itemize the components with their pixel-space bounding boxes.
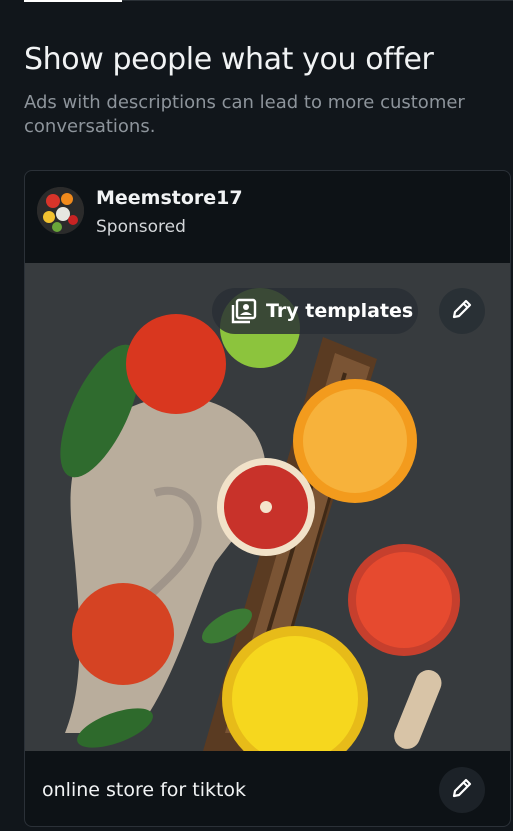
avatar — [37, 187, 84, 234]
edit-description-button[interactable] — [439, 767, 485, 813]
account-name: Meemstore17 — [96, 187, 243, 209]
top-divider — [122, 0, 513, 1]
ad-description: online store for tiktok — [42, 779, 247, 801]
try-templates-label: Try templates — [266, 300, 414, 322]
page-title: Show people what you offer — [24, 42, 434, 77]
ad-creation-screen: Show people what you offer Ads with desc… — [0, 0, 513, 831]
top-tab-indicator — [24, 0, 122, 2]
templates-icon — [230, 297, 258, 325]
pencil-icon — [451, 298, 473, 324]
pencil-icon — [451, 777, 473, 803]
ad-preview-card: Meemstore17 Sponsored Try templates onli… — [24, 170, 511, 827]
edit-image-button[interactable] — [439, 288, 485, 334]
page-subtitle: Ads with descriptions can lead to more c… — [24, 92, 465, 137]
ad-image[interactable] — [25, 263, 510, 751]
sponsored-label: Sponsored — [96, 217, 186, 237]
try-templates-button[interactable]: Try templates — [212, 288, 418, 334]
